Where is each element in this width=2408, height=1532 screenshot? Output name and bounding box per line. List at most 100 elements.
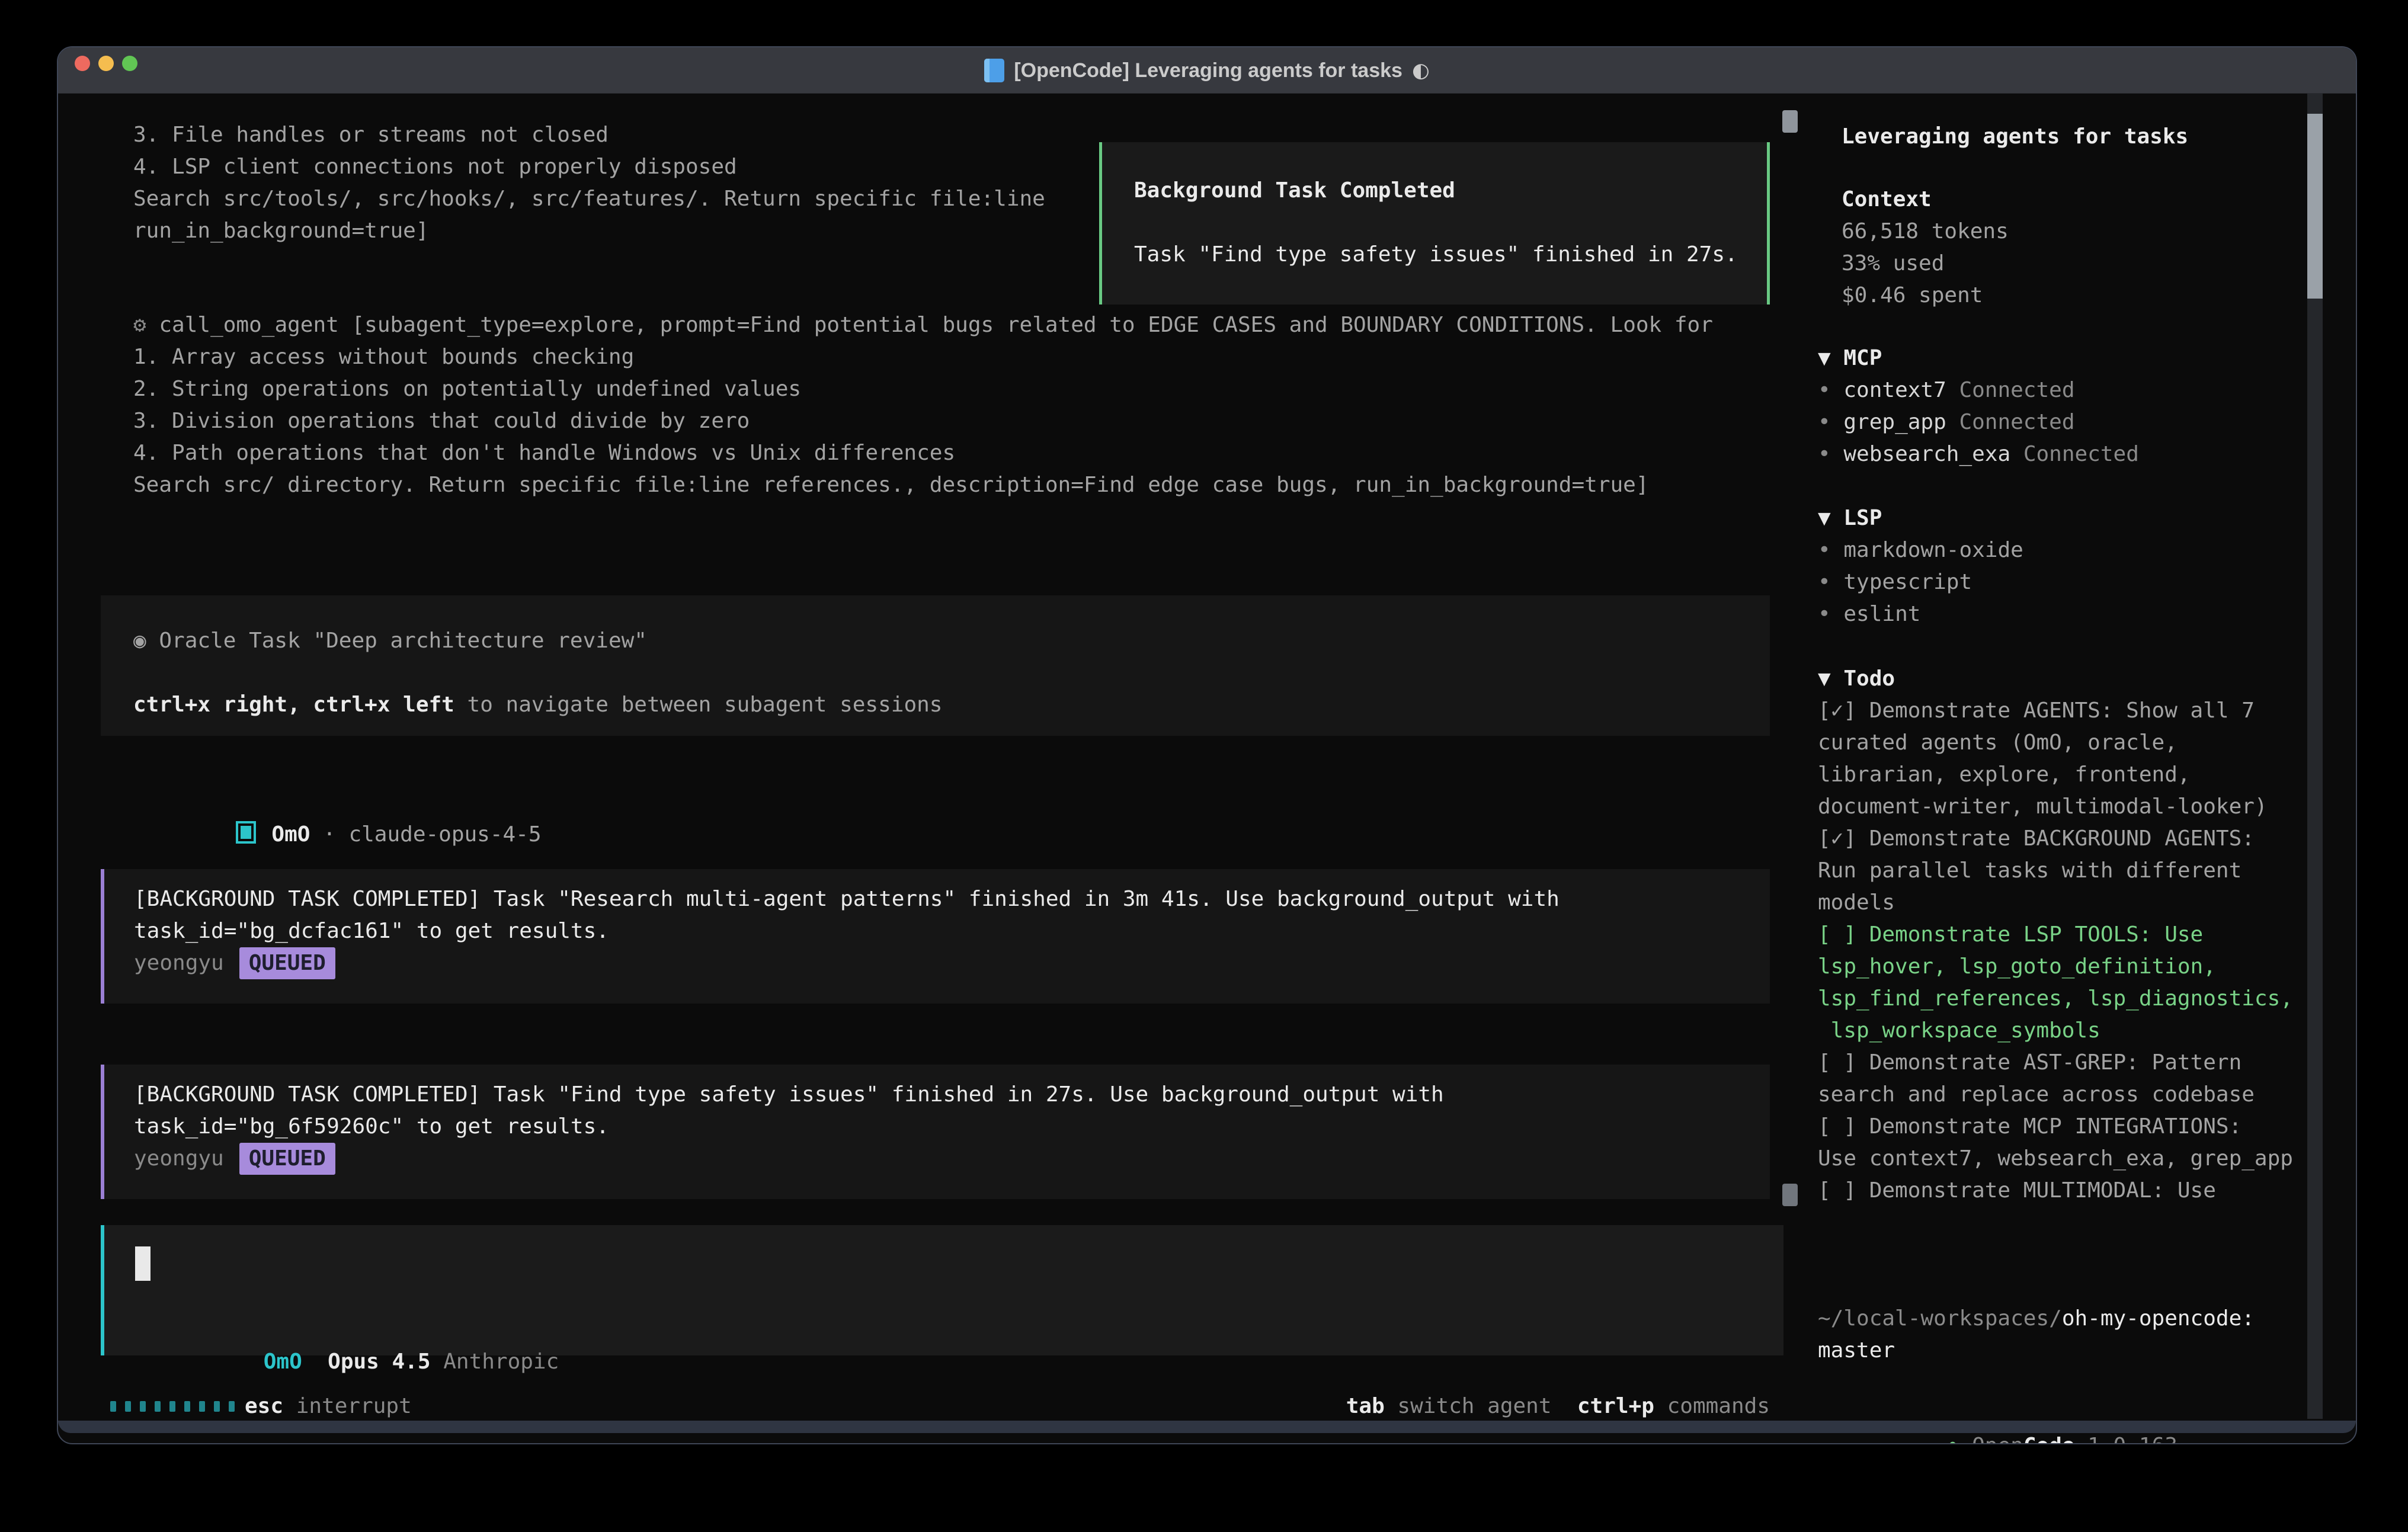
- background-task-message: [BACKGROUND TASK COMPLETED] Task "Resear…: [101, 869, 1770, 1004]
- mcp-item: • context7 Connected: [1818, 374, 2139, 406]
- todo-line: document-writer, multimodal-looker): [1818, 791, 2293, 823]
- chevron-down-icon: ▼: [1818, 346, 1831, 370]
- todo-line-active: lsp_find_references, lsp_diagnostics,: [1818, 983, 2293, 1015]
- status-badge: QUEUED: [239, 1143, 335, 1175]
- main-scrollbar-thumb[interactable]: [1782, 110, 1798, 133]
- agent-square-icon: [236, 821, 256, 844]
- mcp-header-label: MCP: [1843, 346, 1882, 370]
- todo-line: [✓] Demonstrate BACKGROUND AGENTS:: [1818, 823, 2293, 855]
- window-titlebar[interactable]: [OpenCode] Leveraging agents for tasks ◐: [58, 47, 2356, 94]
- lsp-item: • eslint: [1818, 598, 2023, 630]
- task-meta-row: yeongyu QUEUED: [134, 1143, 1770, 1175]
- text-cursor: [135, 1246, 150, 1281]
- hint-text: to navigate between subagent sessions: [454, 693, 943, 717]
- secondary-scrollbar-thumb[interactable]: [1782, 1184, 1798, 1206]
- zoom-button[interactable]: [122, 56, 137, 71]
- transcript-line: 2. String operations on potentially unde…: [133, 373, 1713, 405]
- session-title: Leveraging agents for tasks: [1842, 121, 2188, 153]
- lsp-item-name: typescript: [1843, 570, 1972, 594]
- window-title-group: [OpenCode] Leveraging agents for tasks ◐: [984, 47, 1429, 94]
- app-version: 1.0.163: [2075, 1434, 2178, 1444]
- folder-icon: [984, 59, 1004, 82]
- transcript-line: 4. LSP client connections not properly d…: [133, 151, 1045, 183]
- todo-line: Use context7, websearch_exa, grep_app: [1818, 1143, 2293, 1175]
- oracle-task-text: Oracle Task "Deep architecture review": [146, 629, 647, 653]
- background-task-notification[interactable]: Background Task Completed Task "Find typ…: [1099, 142, 1770, 305]
- input-model-name: Opus 4.5: [328, 1350, 430, 1374]
- sidebar-scrollbar-thumb[interactable]: [2307, 114, 2323, 299]
- todo-line: search and replace across codebase: [1818, 1079, 2293, 1111]
- branch-name: master: [1818, 1335, 2255, 1367]
- task-result-line: [BACKGROUND TASK COMPLETED] Task "Resear…: [134, 883, 1770, 915]
- agent-header: OmO · claude-opus-4-5: [133, 787, 542, 883]
- ctrlp-action-label: commands: [1654, 1394, 1770, 1418]
- interrupt-hint: esc interrupt: [245, 1390, 412, 1422]
- window-bottom-edge: [58, 1421, 2356, 1433]
- task-author: yeongyu: [134, 951, 224, 975]
- minimize-button[interactable]: [98, 56, 114, 71]
- todo-line: Run parallel tasks with different: [1818, 855, 2293, 887]
- todo-line: librarian, explore, frontend,: [1818, 759, 2293, 791]
- mcp-item-name: websearch_exa: [1843, 442, 2010, 466]
- agent-model: · claude-opus-4-5: [310, 822, 541, 847]
- context-section: Context 66,518 tokens 33% used $0.46 spe…: [1842, 184, 2009, 312]
- lsp-item-name: markdown-oxide: [1843, 538, 2023, 562]
- mcp-item-name: grep_app: [1843, 410, 1946, 434]
- context-used: 33% used: [1842, 248, 2009, 280]
- keybinding-text: ctrl+x right, ctrl+x left: [133, 693, 454, 717]
- app-name-bold: Code: [2023, 1434, 2075, 1444]
- status-bar: esc interrupt tab switch agent ctrl+p co…: [58, 1390, 1806, 1422]
- lsp-header[interactable]: ▼ LSP: [1818, 502, 2023, 534]
- task-author: yeongyu: [134, 1146, 224, 1171]
- context-tokens: 66,518 tokens: [1842, 216, 2009, 248]
- background-task-message: [BACKGROUND TASK COMPLETED] Task "Find t…: [101, 1065, 1770, 1199]
- input-agent-name: OmO: [264, 1350, 302, 1374]
- transcript-line: Search src/ directory. Return specific f…: [133, 469, 1713, 501]
- workspace-path: ~/local-workspaces/oh-my-opencode: maste…: [1818, 1303, 2255, 1367]
- lsp-item: • typescript: [1818, 566, 2023, 598]
- todo-header[interactable]: ▼ Todo: [1818, 663, 2293, 695]
- transcript-block-2: ⚙ call_omo_agent [subagent_type=explore,…: [133, 309, 1713, 501]
- app-name-dim: Open: [1972, 1434, 2023, 1444]
- mcp-item-status: Connected: [2010, 442, 2139, 466]
- prompt-input[interactable]: OmO Opus 4.5 Anthropic: [101, 1225, 1783, 1355]
- keyboard-hints: tab switch agent ctrl+p commands: [1346, 1390, 1770, 1422]
- gear-icon: ⚙: [133, 313, 146, 337]
- mcp-item-status: Connected: [1946, 378, 2075, 402]
- transcript-line: 3. Division operations that could divide…: [133, 405, 1713, 437]
- bullet-icon: •: [1818, 570, 1831, 594]
- bullet-icon: •: [1818, 378, 1831, 402]
- window-title: [OpenCode] Leveraging agents for tasks: [1014, 47, 1402, 94]
- esc-key-label: esc: [245, 1394, 283, 1418]
- lsp-item: • markdown-oxide: [1818, 534, 2023, 566]
- todo-section: ▼ Todo [✓] Demonstrate AGENTS: Show all …: [1818, 663, 2293, 1207]
- transcript-block-1: 3. File handles or streams not closed 4.…: [133, 119, 1045, 247]
- task-result-line: task_id="bg_6f59260c" to get results.: [134, 1111, 1770, 1143]
- mcp-item: • websearch_exa Connected: [1818, 438, 2139, 470]
- status-badge: QUEUED: [239, 947, 335, 979]
- todo-line: models: [1818, 887, 2293, 919]
- lsp-section: ▼ LSP • markdown-oxide • typescript • es…: [1818, 502, 2023, 630]
- record-circle-icon: ◉: [133, 629, 146, 653]
- chevron-down-icon: ▼: [1818, 506, 1831, 530]
- todo-line: [ ] Demonstrate MULTIMODAL: Use: [1818, 1175, 2293, 1207]
- lsp-header-label: LSP: [1843, 506, 1882, 530]
- mcp-item-status: Connected: [1946, 410, 2075, 434]
- mcp-item: • grep_app Connected: [1818, 406, 2139, 438]
- agent-name: OmO: [271, 822, 310, 847]
- oracle-task-hint: ctrl+x right, ctrl+x left to navigate be…: [133, 689, 942, 721]
- task-meta-row: yeongyu QUEUED: [134, 947, 1770, 979]
- sidebar: Leveraging agents for tasks Context 66,5…: [1806, 94, 2356, 1433]
- desktop: [OpenCode] Leveraging agents for tasks ◐…: [0, 0, 2408, 1532]
- chevron-down-icon: ▼: [1818, 666, 1831, 691]
- transcript-line: 3. File handles or streams not closed: [133, 119, 1045, 151]
- mcp-header[interactable]: ▼ MCP: [1818, 342, 2139, 374]
- oracle-task-panel: ◉ Oracle Task "Deep architecture review"…: [101, 595, 1770, 736]
- bullet-icon: •: [1818, 538, 1831, 562]
- mcp-section: ▼ MCP • context7 Connected • grep_app Co…: [1818, 342, 2139, 470]
- transcript-line: 1. Array access without bounds checking: [133, 341, 1713, 373]
- todo-header-label: Todo: [1843, 666, 1895, 691]
- todo-line: curated agents (OmO, oracle,: [1818, 727, 2293, 759]
- todo-line-active: lsp_hover, lsp_goto_definition,: [1818, 951, 2293, 983]
- close-button[interactable]: [75, 56, 90, 71]
